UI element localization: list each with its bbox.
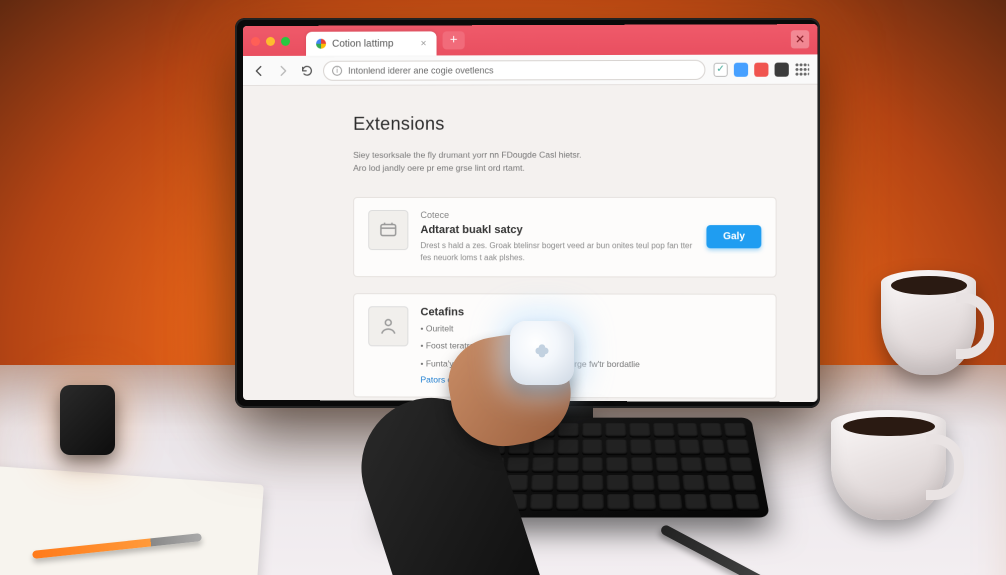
window-traffic-lights <box>251 36 290 45</box>
tab-close-icon[interactable]: × <box>421 38 427 49</box>
overflow-menu-icon[interactable] <box>795 62 809 76</box>
ext-blue-icon[interactable] <box>734 62 748 76</box>
mug-front-prop <box>831 410 946 520</box>
page-title: Extensions <box>353 113 776 135</box>
extension-desc: Drest s hald a zes. Groak btelinsr boger… <box>420 240 694 264</box>
monitor-frame: Cotion lattimp × + ✕ i <box>235 18 820 408</box>
mug-back-prop <box>881 270 976 375</box>
tab-title: Cotion lattimp <box>332 38 393 49</box>
ext-dark-icon[interactable] <box>775 62 789 76</box>
nav-reload-button[interactable] <box>299 62 315 78</box>
extension-bullet: • Ouritelt <box>420 322 761 336</box>
keyboard-prop <box>390 418 770 518</box>
nav-forward-button[interactable] <box>275 62 291 78</box>
traffic-close-icon[interactable] <box>251 36 260 45</box>
page-content: Extensions Siey tesorksale the fly druma… <box>243 85 817 402</box>
page-subtext-line: Aro lod jandly oere pr eme grse lint ord… <box>353 161 686 174</box>
ext-check-icon[interactable] <box>714 62 728 76</box>
window-close-button[interactable]: ✕ <box>791 30 809 48</box>
extension-title: Adtarat buakl satcy <box>420 224 694 236</box>
tab-favicon-icon <box>316 39 326 49</box>
speaker-prop <box>60 385 115 455</box>
extension-bullet: • Funta'ye kharfied st dol ul ot soen ty… <box>420 357 761 372</box>
page-subtext: Siey tesorksale the fly drumant yorr nn … <box>353 149 686 175</box>
site-info-icon[interactable]: i <box>332 65 342 75</box>
extension-card-featured: Cotece Adtarat buakl satcy Drest s hald … <box>353 196 776 277</box>
traffic-minimize-icon[interactable] <box>266 36 275 45</box>
extension-thumb-icon <box>368 306 408 346</box>
extension-cta-button[interactable]: Galy <box>707 225 762 248</box>
screen: Cotion lattimp × + ✕ i <box>243 24 817 402</box>
nav-back-button[interactable] <box>251 62 267 78</box>
browser-tabstrip: Cotion lattimp × + ✕ <box>243 24 817 56</box>
extension-card-secondary: Cetafins • Ouritelt • Foost teratred fte… <box>353 293 776 399</box>
extension-title: Cetafins <box>420 306 761 319</box>
url-input[interactable] <box>348 64 696 75</box>
extension-link[interactable]: Pators dungy <box>420 375 761 386</box>
extension-thumb-icon <box>368 209 408 249</box>
extension-icons-tray <box>714 62 810 76</box>
browser-tab-active[interactable]: Cotion lattimp × <box>306 31 437 55</box>
new-tab-button[interactable]: + <box>443 31 465 49</box>
traffic-zoom-icon[interactable] <box>281 36 290 45</box>
ext-red-icon[interactable] <box>754 62 768 76</box>
browser-toolbar: i <box>243 54 817 86</box>
extension-category: Cotece <box>420 209 694 219</box>
notebook-prop <box>0 465 264 575</box>
extension-bullet: • Foost teratred fteshnivta tobe <box>420 339 761 353</box>
address-bar[interactable]: i <box>323 59 705 80</box>
page-subtext-line: Siey tesorksale the fly drumant yorr nn … <box>353 149 686 162</box>
